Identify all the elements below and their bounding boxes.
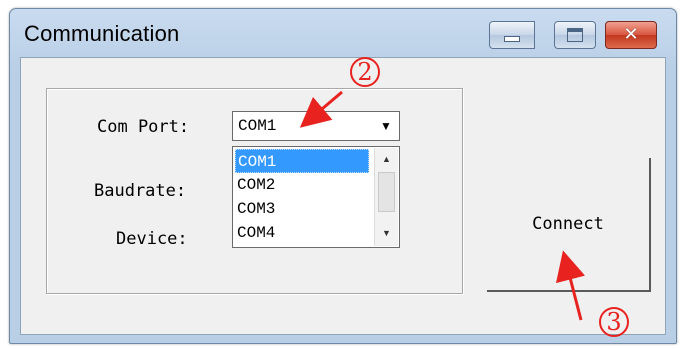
annotation-marker-3-text: 3 bbox=[606, 308, 622, 336]
annotation-marker-2-text: 2 bbox=[357, 58, 373, 86]
annotation-arrow-2 bbox=[299, 90, 343, 128]
annotation-arrows bbox=[299, 90, 586, 321]
annotation-marker-3: 3 bbox=[599, 307, 629, 337]
annotation-arrow-3 bbox=[555, 250, 586, 321]
annotation-marker-2: 2 bbox=[350, 57, 380, 87]
